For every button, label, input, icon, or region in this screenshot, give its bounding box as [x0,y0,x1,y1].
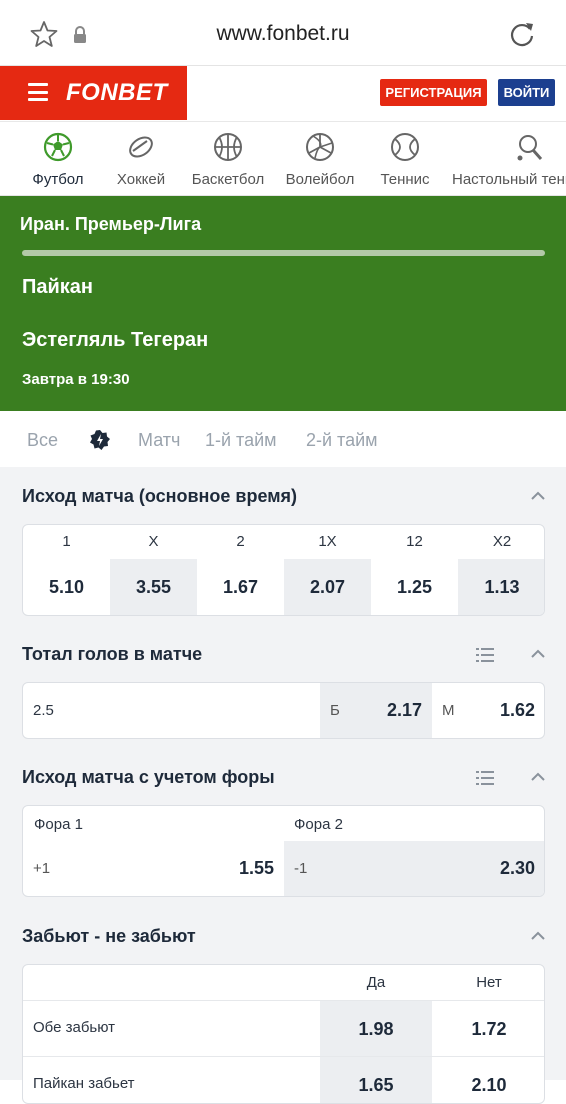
fonbet-logo[interactable]: FONBET [66,79,168,107]
odds-button[interactable]: 3.55 [110,559,197,616]
sport-label: Теннис [372,171,438,188]
basketball-icon [213,132,243,162]
odds-header: 1 [23,533,110,550]
list-view-icon[interactable] [476,770,494,786]
handicap1-label: Фора 1 [34,816,83,833]
row-label: Обе забьют [33,1019,115,1036]
result-odds-card: 1 X 2 1X 12 X2 5.10 3.55 1.67 2.07 1.25 … [22,524,545,616]
total-odds-card: 2.5 Б 2.17 М 1.62 [22,682,545,739]
row-label: Пайкан забьет [33,1075,135,1092]
sport-basketball[interactable]: Баскетбол [186,122,270,196]
browser-url-bar: www.fonbet.ru [0,0,566,66]
handicap1-odds-button[interactable]: +1 1.55 [23,841,284,897]
sports-nav: Футбол Хоккей Баскетбол Волейбол [0,122,566,196]
odds-header: X2 [458,533,545,550]
handicap2-label: Фора 2 [294,816,343,833]
odds-button[interactable]: 1.13 [458,559,545,616]
sport-label: Настольный теннис [452,171,566,188]
match-header: Иран. Премьер-Лига Пайкан Эстегляль Теге… [0,196,566,411]
table-tennis-icon [515,132,545,162]
sport-label: Хоккей [106,171,176,188]
register-button[interactable]: РЕГИСТРАЦИЯ [380,79,487,106]
no-odds-button[interactable]: 1.72 [432,1001,545,1057]
sport-label: Волейбол [278,171,362,188]
team-away: Эстегляль Тегеран [22,329,208,352]
tab-fast[interactable] [78,411,122,471]
odds-button[interactable]: 2.07 [284,559,371,616]
odds-header: 1X [284,533,371,550]
menu-icon[interactable] [28,83,48,101]
no-odds-button[interactable]: 2.10 [432,1057,545,1104]
over-label: Б [330,702,340,719]
login-button[interactable]: ВОЙТИ [498,79,555,106]
divider-bar [22,250,545,256]
handicap2-line: -1 [294,860,307,877]
odds-header: X [110,533,197,550]
handicap1-odd: 1.55 [239,858,274,879]
sport-hockey[interactable]: Хоккей [106,122,176,196]
over-odds-button[interactable]: Б 2.17 [320,683,432,739]
tab-first-half[interactable]: 1-й тайм [205,411,277,471]
odds-header: 2 [197,533,284,550]
hockey-puck-icon [126,132,156,162]
odds-header: 12 [371,533,458,550]
chevron-up-icon[interactable] [530,931,546,941]
chevron-up-icon[interactable] [530,491,546,501]
list-view-icon[interactable] [476,647,494,663]
volleyball-icon [305,132,335,162]
team-home: Пайкан [22,276,93,299]
handicap2-odds-button[interactable]: -1 2.30 [284,841,545,897]
tennis-ball-icon [390,132,420,162]
yes-odds-button[interactable]: 1.98 [320,1001,432,1057]
under-odds-button[interactable]: М 1.62 [432,683,545,739]
sport-tennis[interactable]: Теннис [372,122,438,196]
handicap-odds-card: Фора 1 Фора 2 +1 1.55 -1 2.30 [22,805,545,897]
site-header: FONBET РЕГИСТРАЦИЯ ВОЙТИ [0,66,566,122]
tab-second-half[interactable]: 2-й тайм [306,411,378,471]
sport-label: Баскетбол [186,171,270,188]
over-odd: 2.17 [387,700,422,721]
handicap2-odd: 2.30 [500,858,535,879]
markets-list: Исход матча (основное время) 1 X 2 1X 12… [0,467,566,1080]
under-label: М [442,702,455,719]
lightning-icon [89,429,111,451]
yes-header: Да [320,974,432,991]
football-icon [43,132,73,162]
odds-button[interactable]: 1.25 [371,559,458,616]
table-row: Обе забьют 1.98 1.72 [23,1000,544,1056]
league-name[interactable]: Иран. Премьер-Лига [20,214,201,235]
market-title[interactable]: Исход матча (основное время) [22,486,297,507]
reload-icon[interactable] [508,20,536,48]
tab-all[interactable]: Все [27,411,58,471]
handicap1-line: +1 [33,860,50,877]
btts-odds-card: Да Нет Обе забьют 1.98 1.72 Пайкан забье… [22,964,545,1104]
odds-button[interactable]: 1.67 [197,559,284,616]
sport-table-tennis[interactable]: Настольный теннис [452,122,566,196]
market-tabs: Все Матч 1-й тайм 2-й тайм [0,411,566,471]
sport-label: Футбол [22,171,94,188]
match-time: Завтра в 19:30 [22,371,130,388]
table-row: Пайкан забьет 1.65 2.10 [23,1056,544,1104]
logo-block[interactable]: FONBET [0,66,187,120]
sport-football[interactable]: Футбол [22,122,94,196]
no-header: Нет [432,974,545,991]
url-text[interactable]: www.fonbet.ru [0,22,566,46]
market-title[interactable]: Исход матча с учетом форы [22,767,275,788]
market-title[interactable]: Тотал голов в матче [22,644,202,665]
total-line: 2.5 [33,702,54,719]
sport-volleyball[interactable]: Волейбол [278,122,362,196]
under-odd: 1.62 [500,700,535,721]
chevron-up-icon[interactable] [530,649,546,659]
market-title[interactable]: Забьют - не забьют [22,926,196,947]
odds-button[interactable]: 5.10 [23,559,110,616]
tab-match[interactable]: Матч [138,411,180,471]
chevron-up-icon[interactable] [530,772,546,782]
yes-odds-button[interactable]: 1.65 [320,1057,432,1104]
